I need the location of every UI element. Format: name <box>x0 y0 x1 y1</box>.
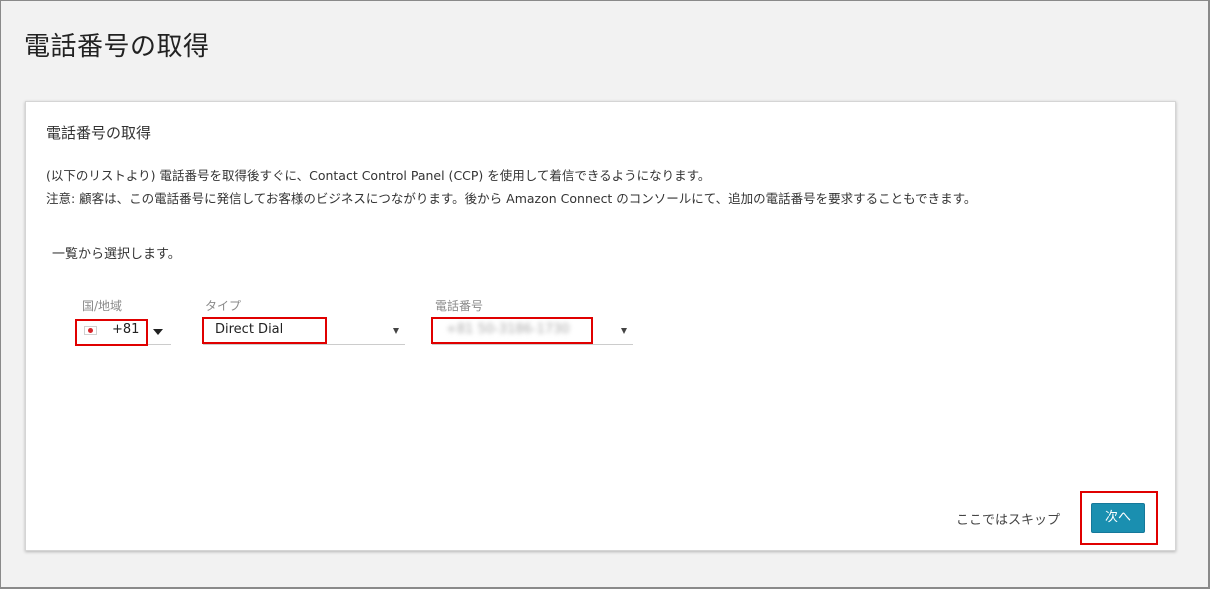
type-value: Direct Dial <box>215 322 284 337</box>
description-line-1: (以下のリストより) 電話番号を取得後すぐに、Contact Control P… <box>46 168 711 183</box>
chevron-down-icon <box>393 328 399 334</box>
phone-number-label: 電話番号 <box>435 299 484 313</box>
country-code-value: +81 <box>112 322 140 337</box>
card-title: 電話番号の取得 <box>46 124 152 142</box>
chevron-down-icon <box>621 328 627 334</box>
phone-number-value: +81 50-3186-1730 <box>446 322 570 337</box>
next-button[interactable]: 次へ <box>1091 503 1145 533</box>
phone-number-card: 電話番号の取得 (以下のリストより) 電話番号を取得後すぐに、Contact C… <box>25 101 1176 551</box>
japan-flag-icon <box>84 326 97 335</box>
select-prompt: 一覧から選択します。 <box>52 247 181 262</box>
phone-number-select[interactable]: +81 50-3186-1730 <box>432 318 633 345</box>
type-label: タイプ <box>205 299 242 313</box>
country-code-select[interactable]: +81 <box>76 318 171 345</box>
page-title: 電話番号の取得 <box>24 32 210 62</box>
skip-link[interactable]: ここではスキップ <box>956 509 1060 528</box>
chevron-down-icon <box>153 329 163 335</box>
country-label: 国/地域 <box>82 299 123 313</box>
description-line-2: 注意: 顧客は、この電話番号に発信してお客様のビジネスにつながります。後から A… <box>46 191 977 206</box>
type-select[interactable]: Direct Dial <box>203 318 405 345</box>
